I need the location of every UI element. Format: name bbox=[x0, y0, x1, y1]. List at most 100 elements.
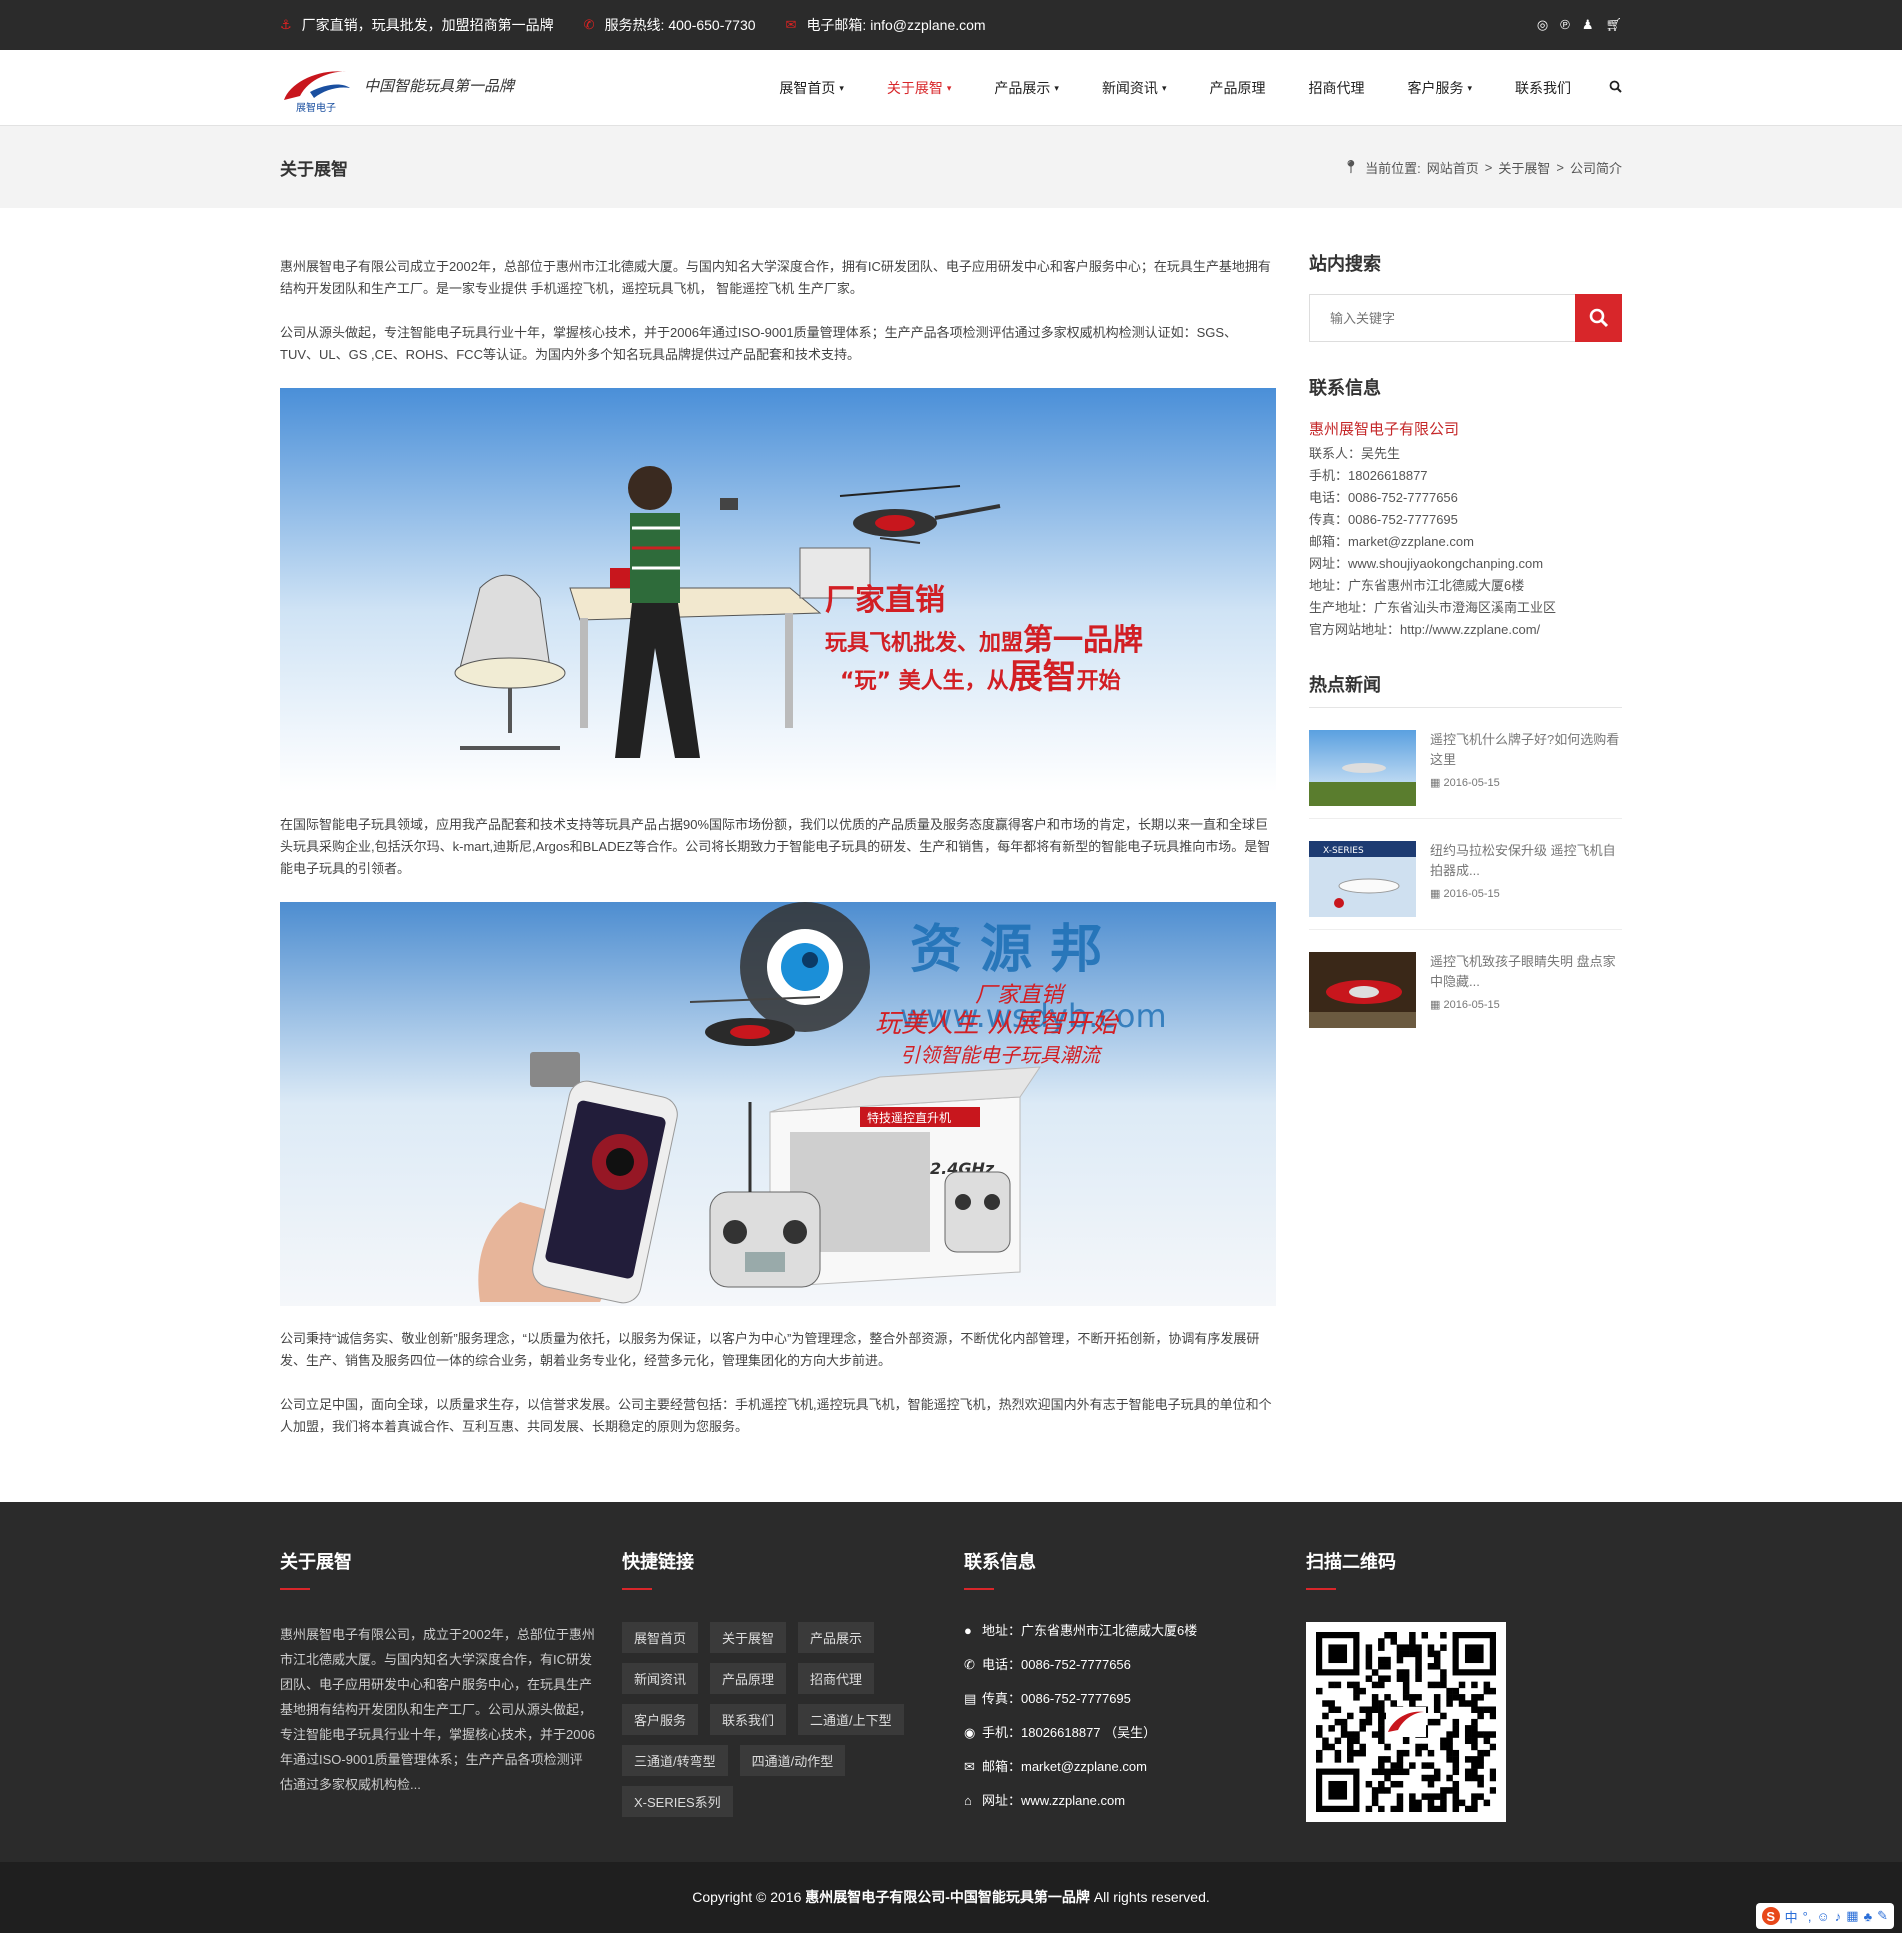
svg-text:厂家直销: 厂家直销 bbox=[825, 583, 945, 618]
paragraph-3: 在国际智能电子玩具领域，应用我产品配套和技术支持等玩具产品占据90%国际市场份额… bbox=[280, 817, 1271, 876]
nav-home[interactable]: 展智首页 ▾ bbox=[779, 78, 844, 98]
contact-official-site[interactable]: 官方网站地址：http://www.zzplane.com/ bbox=[1309, 619, 1622, 641]
tools-icon[interactable]: ✎ bbox=[1877, 1908, 1888, 1924]
svg-text:展智电子: 展智电子 bbox=[296, 101, 336, 114]
nav-contact[interactable]: 联系我们 bbox=[1515, 78, 1571, 98]
quick-link[interactable]: 展智首页 bbox=[622, 1622, 699, 1653]
search-button[interactable] bbox=[1575, 294, 1622, 342]
contact-title: 联系信息 bbox=[1309, 378, 1381, 398]
news-link[interactable]: 纽约马拉松安保升级 遥控飞机自拍器成... bbox=[1430, 841, 1622, 881]
search-icon[interactable] bbox=[1609, 80, 1622, 96]
footer-fax: ▤ 传真：0086-752-7777695 bbox=[964, 1682, 1306, 1716]
main-area: 惠州展智电子有限公司成立于2002年，总部位于惠州市江北德威大厦。与国内知名大学… bbox=[280, 208, 1622, 1460]
footer-qr-title: 扫描二维码 bbox=[1306, 1552, 1396, 1572]
calendar-icon: ▦ bbox=[1430, 999, 1441, 1011]
fax-icon: ▤ bbox=[964, 1691, 977, 1706]
copyright-suffix: All rights reserved. bbox=[1089, 1889, 1210, 1905]
contact-phone: 电话：0086-752-7777656 bbox=[1309, 490, 1458, 505]
punctuation-icon[interactable]: °, bbox=[1803, 1909, 1812, 1924]
news-item[interactable]: X-SERIES 纽约马拉松安保升级 遥控飞机自拍器成... ▦ 2016-05… bbox=[1309, 819, 1622, 930]
breadcrumb-separator: > bbox=[1556, 159, 1564, 175]
site-footer: 关于展智 惠州展智电子有限公司，成立于2002年，总部位于惠州市江北德威大厦。与… bbox=[0, 1502, 1902, 1862]
footer-address: ● 地址：广东省惠州市江北德威大厦6楼 bbox=[964, 1614, 1306, 1648]
map-marker-icon: 📍︎ bbox=[1342, 159, 1360, 174]
paragraph-5: 公司立足中国，面向全球，以质量求生存，以信誉求发展。公司主要经营包括：手机遥控飞… bbox=[280, 1397, 1272, 1434]
footer-qr: 扫描二维码 bbox=[1306, 1548, 1506, 1822]
footer-links: 快捷链接 展智首页 关于展智 产品展示 新闻资讯 产品原理 招商代理 客户服务 … bbox=[622, 1548, 964, 1822]
contact-list: 联系人：吴先生 手机：18026618877 电话：0086-752-77776… bbox=[1309, 443, 1622, 641]
footer-contact: 联系信息 ● 地址：广东省惠州市江北德威大厦6楼 ✆ 电话：0086-752-777… bbox=[964, 1548, 1306, 1822]
emoji-icon[interactable]: ☺ bbox=[1816, 1909, 1829, 1924]
nav-products[interactable]: 产品展示 ▾ bbox=[994, 78, 1059, 98]
ime-toolbar[interactable]: S 中 °, ☺ ♪ ▦ ♣ ✎ bbox=[1755, 1903, 1894, 1929]
breadcrumb-home[interactable]: 网站首页 bbox=[1427, 158, 1479, 177]
news-item[interactable]: 遥控飞机致孩子眼睛失明 盘点家中隐藏... ▦ 2016-05-15 bbox=[1309, 930, 1622, 1040]
sogou-icon[interactable]: S bbox=[1761, 1907, 1780, 1925]
contact-person: 联系人：吴先生 bbox=[1309, 446, 1401, 461]
paragraph-4: 公司秉持“诚信务实、敬业创新”服务理念，“以质量为依托，以服务为保证，以客户为中… bbox=[280, 1331, 1260, 1368]
search-title: 站内搜索 bbox=[1309, 254, 1381, 274]
quick-link[interactable]: 新闻资讯 bbox=[622, 1663, 699, 1694]
footer-about-text: 惠州展智电子有限公司，成立于2002年，总部位于惠州市江北德威大厦。与国内知名大… bbox=[280, 1627, 595, 1792]
top-bar: ⚓ 厂家直销，玩具批发，加盟招商第一品牌 ✆ 服务热线: 400-650-773… bbox=[0, 0, 1902, 50]
contact-email[interactable]: 邮箱：market@zzplane.com bbox=[1309, 531, 1622, 553]
divider bbox=[964, 1588, 994, 1590]
footer-contact-title: 联系信息 bbox=[964, 1552, 1036, 1572]
contact-website[interactable]: 网址：www.shoujiyaokongchanping.com bbox=[1309, 553, 1622, 575]
news-list: 遥控飞机什么牌子好?如何选购看这里 ▦ 2016-05-15 X-SERIES … bbox=[1309, 707, 1622, 1040]
news-link[interactable]: 遥控飞机致孩子眼睛失明 盘点家中隐藏... bbox=[1430, 952, 1622, 992]
ime-mode[interactable]: 中 bbox=[1785, 1907, 1798, 1926]
nav-principle[interactable]: 产品原理 bbox=[1209, 78, 1265, 98]
news-thumbnail[interactable] bbox=[1309, 952, 1416, 1028]
email-item[interactable]: ✉ 电子邮箱: info@zzplane.com bbox=[786, 15, 986, 35]
mail-icon: ✉ bbox=[785, 17, 797, 32]
quick-link[interactable]: 关于展智 bbox=[710, 1622, 787, 1653]
copyright-bar: Copyright © 2016 惠州展智电子有限公司-中国智能玩具第一品牌 A… bbox=[0, 1862, 1902, 1933]
footer-website[interactable]: ⌂ 网址：www.zzplane.com bbox=[964, 1784, 1306, 1818]
nav-news[interactable]: 新闻资讯 ▾ bbox=[1102, 78, 1167, 98]
chevron-down-icon: ▾ bbox=[946, 82, 952, 93]
divider bbox=[622, 1588, 652, 1590]
skin-icon[interactable]: ♣ bbox=[1864, 1909, 1873, 1924]
slogan-item: ⚓ 厂家直销，玩具批发，加盟招商第一品牌 bbox=[280, 15, 554, 35]
news-link[interactable]: 遥控飞机什么牌子好?如何选购看这里 bbox=[1430, 730, 1622, 770]
anchor-icon: ⚓ bbox=[280, 17, 292, 32]
quick-link[interactable]: 客户服务 bbox=[622, 1704, 699, 1735]
quick-link[interactable]: 产品原理 bbox=[710, 1663, 787, 1694]
nav-agency[interactable]: 招商代理 bbox=[1308, 78, 1364, 98]
quick-link[interactable]: X-SERIES系列 bbox=[622, 1786, 733, 1817]
weibo-icon[interactable]: ◎ bbox=[1537, 17, 1548, 33]
nav-about[interactable]: 关于展智 ▾ bbox=[887, 78, 952, 98]
footer-mobile: ◉ 手机：18026618877 （吴生） bbox=[964, 1716, 1306, 1750]
logo[interactable]: 展智电子 中国智能玩具第一品牌 bbox=[280, 62, 514, 114]
news-item[interactable]: 遥控飞机什么牌子好?如何选购看这里 ▦ 2016-05-15 bbox=[1309, 708, 1622, 819]
footer-links-title: 快捷链接 bbox=[622, 1552, 694, 1572]
pinterest-icon[interactable]: ℗ bbox=[1560, 17, 1570, 33]
quick-link[interactable]: 联系我们 bbox=[710, 1704, 787, 1735]
breadcrumb-separator: > bbox=[1484, 159, 1493, 175]
breadcrumb-section[interactable]: 关于展智 bbox=[1498, 158, 1550, 177]
quick-link[interactable]: 招商代理 bbox=[798, 1663, 875, 1694]
news-thumbnail[interactable]: X-SERIES bbox=[1309, 841, 1416, 917]
promo-image-1: 厂家直销 玩具飞机批发、加盟第一品牌 “玩” 美人生，从展智开始 bbox=[280, 388, 1276, 792]
quick-link[interactable]: 四通道/动作型 bbox=[739, 1745, 846, 1776]
footer-email[interactable]: ✉ 邮箱：market@zzplane.com bbox=[964, 1750, 1306, 1784]
quick-link[interactable]: 三通道/转弯型 bbox=[622, 1745, 728, 1776]
cart-icon[interactable]: 🛒︎ bbox=[1605, 17, 1622, 33]
footer-about: 关于展智 惠州展智电子有限公司，成立于2002年，总部位于惠州市江北德威大厦。与… bbox=[280, 1548, 622, 1822]
chevron-down-icon: ▾ bbox=[1054, 82, 1059, 93]
keyboard-icon[interactable]: ▦ bbox=[1846, 1908, 1858, 1924]
site-search bbox=[1309, 294, 1622, 342]
news-thumbnail[interactable] bbox=[1309, 730, 1416, 806]
news-date: ▦ 2016-05-15 bbox=[1430, 999, 1500, 1011]
copyright-company[interactable]: 惠州展智电子有限公司-中国智能玩具第一品牌 bbox=[805, 1889, 1090, 1905]
nav-service[interactable]: 客户服务 ▾ bbox=[1407, 78, 1472, 98]
mic-icon[interactable]: ♪ bbox=[1835, 1909, 1842, 1924]
qq-icon[interactable]: ♟ bbox=[1582, 17, 1594, 33]
search-input[interactable] bbox=[1309, 294, 1575, 342]
quick-link[interactable]: 二通道/上下型 bbox=[798, 1704, 904, 1735]
quick-link[interactable]: 产品展示 bbox=[798, 1622, 875, 1653]
contact-fax: 传真：0086-752-7777695 bbox=[1309, 512, 1458, 527]
top-email[interactable]: 电子邮箱: info@zzplane.com bbox=[806, 15, 985, 35]
site-header: 展智电子 中国智能玩具第一品牌 展智首页 ▾ 关于展智 ▾ 产品展示 ▾ 新闻资讯 ▾ … bbox=[0, 50, 1902, 126]
